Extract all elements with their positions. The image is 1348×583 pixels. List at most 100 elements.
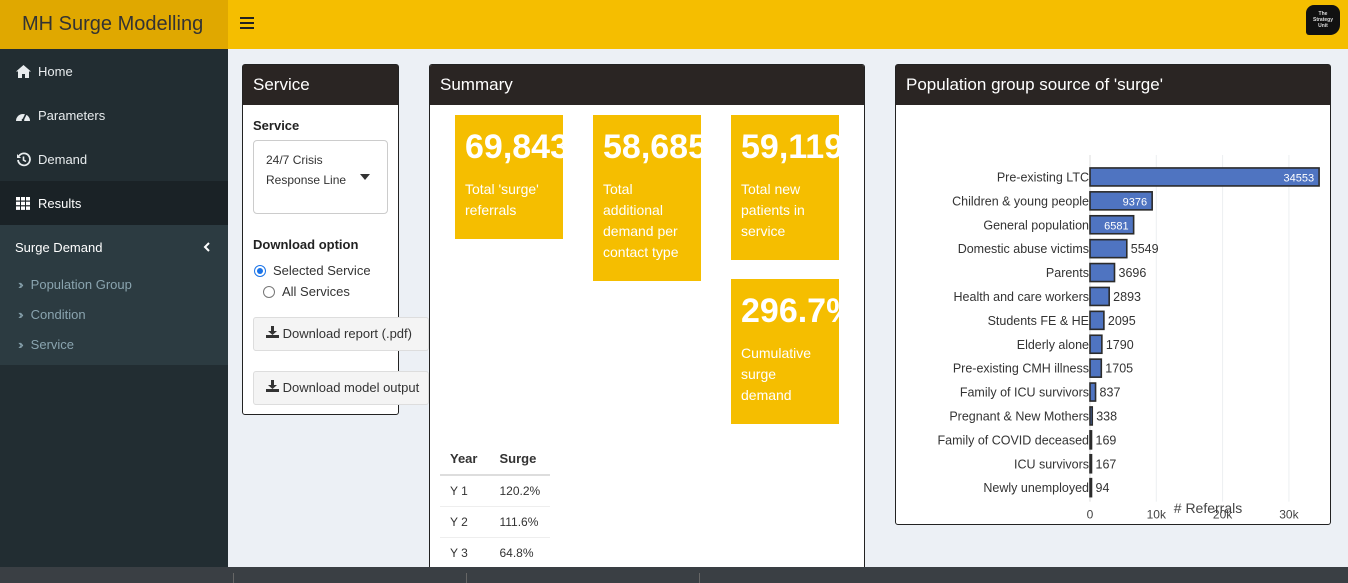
download-report-label: Download report (.pdf) [282, 326, 412, 341]
table-row: Y 2 111.6% [440, 506, 551, 538]
chart-category-labels: Pre-existing LTC Children & young people G… [938, 170, 1090, 495]
chart-category-label: Children & young people [952, 194, 1089, 208]
top-navbar: The Strategy Unit [228, 0, 1348, 49]
chart-data-label: 2095 [1108, 314, 1136, 328]
chart-data-label: 167 [1096, 457, 1117, 471]
chart-category-label: Pre-existing LTC [997, 170, 1089, 184]
chart-category-label: General population [983, 218, 1089, 232]
table-cell-surge: 120.2% [489, 474, 551, 507]
chart-data-label: 3696 [1119, 266, 1147, 280]
radio-all-services[interactable]: All Services [263, 284, 350, 299]
service-select[interactable]: 24/7 Crisis Response Line [253, 140, 388, 214]
radio-selected-service[interactable]: Selected Service [254, 263, 371, 278]
double-chevron-right-icon: ›› [18, 276, 23, 292]
chart-data-label: 94 [1096, 481, 1110, 495]
sidebar-subitem-population-group[interactable]: ›› Population Group [0, 269, 228, 299]
chart-bar[interactable] [1089, 238, 1128, 259]
column-header-year: Year [440, 445, 490, 476]
chart-value-labels: 34553 9376 65815549 3696 2893 2095 1790 1705 837… [1096, 172, 1315, 495]
download-report-button[interactable]: Download report (.pdf) [253, 317, 429, 351]
service-label: Service [253, 118, 300, 133]
chart-category-label: Domestic abuse victims [958, 242, 1089, 256]
chart-box-title: Population group source of 'surge' [896, 65, 1330, 105]
service-select-value-line2: Response Line [266, 173, 347, 187]
sidebar-subitem-condition[interactable]: ›› Condition [0, 299, 228, 329]
sidebar-subitem-service[interactable]: ›› Service [0, 329, 228, 359]
chart-data-label: 837 [1100, 386, 1121, 400]
brand-logo: The Strategy Unit [1306, 5, 1340, 35]
sidebar-subitem-label: Population Group [30, 276, 132, 292]
sidebar-group-surge-demand[interactable]: Surge Demand [0, 225, 228, 269]
radio-button-checked[interactable] [254, 264, 266, 277]
home-icon [14, 64, 32, 78]
chart-bar[interactable] [1089, 477, 1093, 498]
sidebar-submenu: ›› Population Group ›› Condition ›› Serv… [0, 269, 228, 365]
chart-bar[interactable] [1089, 310, 1105, 331]
sidebar-subitem-label: Condition [30, 306, 86, 322]
population-bar-chart: Pre-existing LTC Children & young people G… [938, 155, 1320, 522]
population-chart-box: Population group source of 'surge' Pre-e… [895, 64, 1331, 525]
value-box-cumulative-surge: 296.7% Cumulative surge demand [731, 279, 839, 424]
app-title: MH Surge Modelling [0, 0, 228, 49]
chart-data-label: 34553 [1283, 172, 1314, 184]
chart-x-axis-label: # Referrals [1174, 500, 1242, 516]
chart-data-label: 169 [1096, 433, 1117, 447]
chart-x-tick-label: 0 [1087, 508, 1094, 522]
chart-x-tick-label: 30k [1279, 508, 1299, 522]
chart-bar[interactable] [1089, 334, 1103, 355]
chart-bar[interactable] [1089, 406, 1094, 426]
chart-category-label: Health and care workers [954, 290, 1089, 304]
value-box-additional-demand: 58,685 Total additional demand per conta… [593, 115, 701, 281]
radio-button-unchecked[interactable] [263, 285, 275, 298]
chart-data-label: 9376 [1123, 196, 1147, 208]
chart-bar[interactable] [1089, 358, 1103, 378]
sidebar-item-parameters[interactable]: Parameters [0, 93, 228, 137]
summary-box: Summary 69,843 Total 'surge' referrals 5… [429, 64, 865, 574]
value-box-caption: Cumulative surge demand [741, 345, 812, 403]
sidebar-item-label: Results [38, 195, 82, 211]
download-option-label: Download option [253, 237, 359, 252]
footer-strip [0, 567, 1348, 583]
caret-down-icon [360, 174, 370, 180]
hamburger-icon[interactable] [240, 14, 254, 34]
chart-category-label: Elderly alone [1017, 338, 1089, 352]
service-select-value-line1: 24/7 Crisis [266, 153, 323, 167]
download-icon [266, 380, 283, 395]
chart-bar[interactable] [1089, 286, 1110, 307]
chart-category-label: Family of ICU survivors [960, 386, 1089, 400]
chart-x-tick-label: 10k [1147, 508, 1167, 522]
download-model-output-button[interactable]: Download model output [253, 371, 429, 405]
table-cell-year: Y 3 [440, 537, 490, 569]
chart-category-label: Family of COVID deceased [938, 433, 1089, 447]
chart-category-label: ICU survivors [1014, 457, 1089, 471]
sidebar-item-label: Parameters [38, 107, 106, 123]
chart-bar[interactable] [1089, 262, 1116, 283]
radio-label: All Services [282, 284, 350, 299]
sidebar-item-results[interactable]: Results [0, 181, 228, 225]
sidebar-item-demand[interactable]: Demand [0, 137, 228, 181]
sidebar-subitem-label: Service [30, 336, 75, 352]
table-row: Y 3 64.8% [440, 537, 551, 569]
column-header-surge: Surge [489, 445, 551, 476]
chart-data-label: 338 [1096, 409, 1117, 423]
chart-bar[interactable] [1089, 430, 1093, 450]
chart-bar[interactable] [1089, 382, 1097, 402]
sidebar-item-label: Demand [38, 151, 88, 167]
dashboard-icon [14, 109, 32, 122]
chart-category-label: Parents [1046, 266, 1089, 280]
chart-data-label: 1705 [1105, 362, 1133, 376]
value-box-number: 58,685 [603, 128, 701, 166]
sidebar-item-home[interactable]: Home [0, 49, 228, 93]
table-row: Y 1 120.2% [440, 474, 551, 507]
download-model-label: Download model output [282, 380, 420, 395]
chart-data-label: 5549 [1131, 242, 1159, 256]
sidebar-item-label: Home [38, 63, 73, 79]
value-box-new-patients: 59,119 Total new patients in service [731, 115, 839, 260]
table-icon [14, 196, 32, 210]
service-box: Service Service 24/7 Crisis Response Lin… [242, 64, 429, 415]
radio-label: Selected Service [273, 263, 371, 278]
chart-bar[interactable] [1089, 453, 1093, 474]
download-icon [266, 326, 283, 341]
value-box-caption: Total new patients in service [741, 181, 805, 239]
value-box-caption: Total additional demand per contact type [603, 181, 679, 260]
